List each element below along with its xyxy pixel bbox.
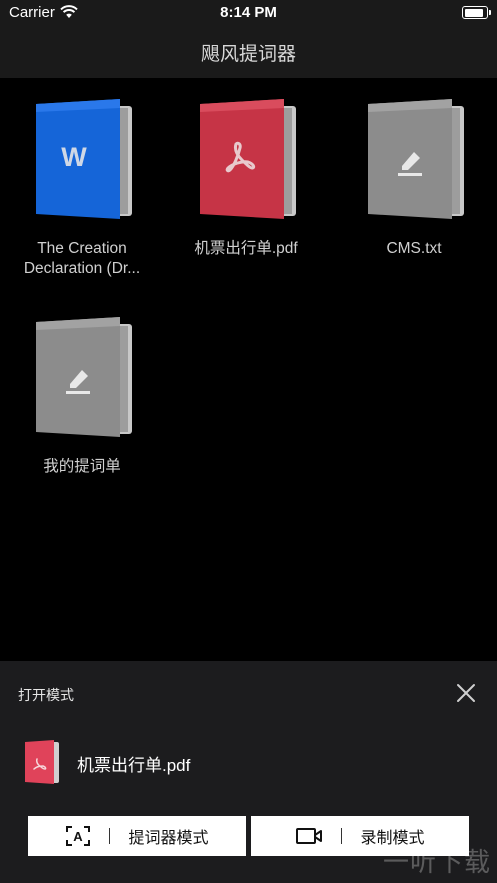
file-name: The Creation Declaration (Dr... [23,240,141,277]
file-item-ticket-pdf[interactable]: 机票出行单.pdf [164,98,328,288]
file-name: CMS.txt [386,240,442,257]
file-item-my-prompt[interactable]: 我的提词单 [0,316,164,486]
navigation-bar: 飓风提词器 [0,26,497,78]
svg-text:A: A [74,829,84,844]
button-divider [109,828,111,844]
battery-icon [462,6,491,19]
video-camera-icon [296,828,323,844]
pdf-doc-icon [200,99,296,219]
clock: 8:14 PM [220,4,277,21]
file-item-creation-declaration[interactable]: W The Creation Declaration (Dr... [0,98,164,288]
file-name: 机票出行单.pdf [194,240,298,257]
sheet-title: 打开模式 [18,687,74,703]
button-divider [341,828,343,844]
prompter-mode-label: 提词器模式 [128,830,209,847]
selected-file-name: 机票出行单.pdf [77,756,191,775]
svg-text:W: W [61,142,87,172]
watermark: 一听下载 [382,847,491,877]
text-doc-icon [36,317,132,437]
file-item-cms-txt[interactable]: CMS.txt [332,98,496,288]
status-bar: Carrier 8:14 PM [0,0,497,26]
prompter-mode-button[interactable]: A 提词器模式 [28,816,246,856]
word-doc-icon: W [36,99,132,219]
page-title: 飓风提词器 [200,44,296,65]
text-doc-icon [368,99,464,219]
file-name: 我的提词单 [43,458,121,475]
text-frame-icon: A [66,826,91,846]
pdf-doc-icon [25,740,59,784]
open-mode-sheet: 打开模式 机票出行单.pdf A 提词器模式 录制模式 一听下载 [0,661,497,883]
close-icon[interactable] [455,682,477,704]
